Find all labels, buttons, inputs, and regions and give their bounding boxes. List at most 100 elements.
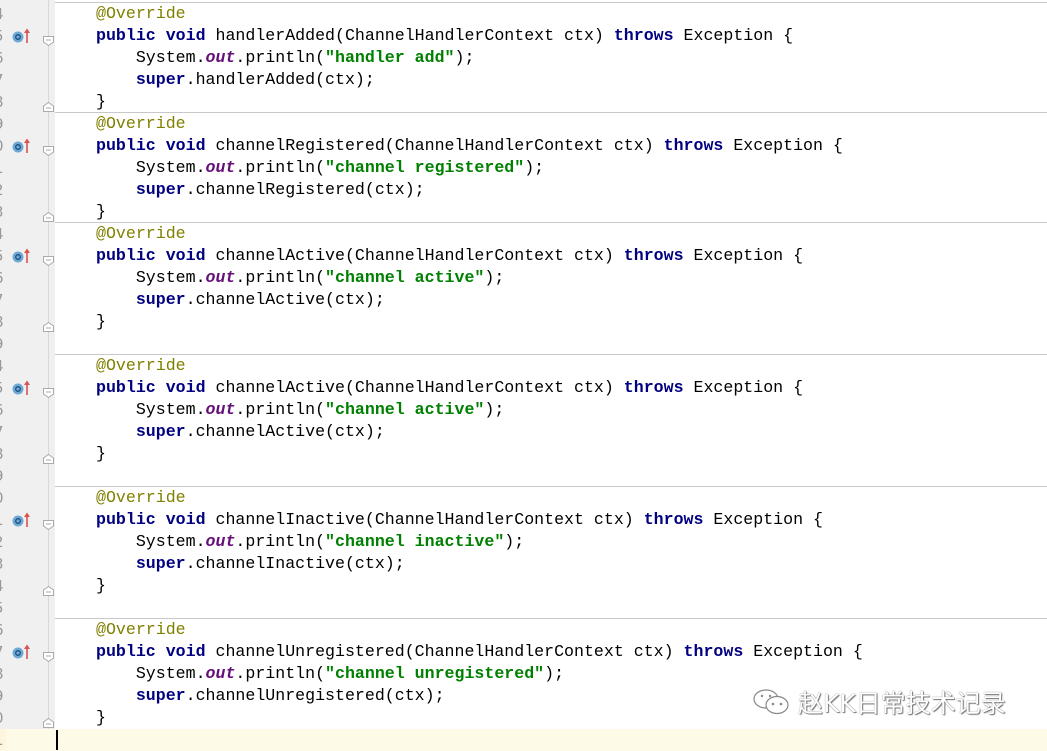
fold-marker-icon[interactable] <box>43 317 54 332</box>
code-text: System.out.println("channel unregistered… <box>96 663 564 685</box>
string-token: "handler add" <box>325 48 455 67</box>
override-method-icon[interactable] <box>12 644 34 660</box>
code-line[interactable]: 7 super.handlerAdded(ctx); <box>0 69 1047 91</box>
override-method-icon[interactable] <box>12 28 34 44</box>
code-text: public void handlerAdded(ChannelHandlerC… <box>96 25 793 47</box>
code-line[interactable]: 2 System.out.println("channel inactive")… <box>0 531 1047 553</box>
override-method-icon[interactable] <box>12 248 34 264</box>
code-editor[interactable]: 4 @Override 5 public void handlerAdded(Chan… <box>0 2 1047 751</box>
code-text: super.channelInactive(ctx); <box>96 553 405 575</box>
code-line[interactable]: 3 super.channelInactive(ctx); <box>0 553 1047 575</box>
code-line[interactable]: 4} <box>0 575 1047 597</box>
annotation-token: @Override <box>96 620 186 639</box>
line-number: 0 <box>0 135 6 157</box>
keyword-token: throws <box>623 378 694 397</box>
code-line[interactable]: 7 public void channelUnregistered(Channel… <box>0 641 1047 663</box>
code-text: super.channelActive(ctx); <box>96 289 385 311</box>
fold-marker-icon[interactable] <box>43 251 54 267</box>
code-line[interactable]: 7 super.channelActive(ctx); <box>0 289 1047 311</box>
annotation-token: @Override <box>96 4 186 23</box>
code-line[interactable]: 4 @Override <box>0 354 1047 377</box>
fold-marker-icon[interactable] <box>43 581 54 596</box>
fold-marker-icon[interactable] <box>43 713 54 728</box>
fold-marker-icon[interactable] <box>43 647 54 663</box>
override-method-icon[interactable] <box>12 380 34 396</box>
annotation-token: @Override <box>96 114 186 133</box>
code-line[interactable]: 8} <box>0 91 1047 113</box>
code-token: ); <box>454 48 475 67</box>
code-text: } <box>96 707 106 729</box>
code-token: Exception { <box>713 510 823 529</box>
keyword-token: super <box>96 180 186 199</box>
code-line[interactable]: 6 System.out.println("channel active"); <box>0 399 1047 421</box>
fold-marker-icon[interactable] <box>43 207 54 222</box>
code-line[interactable]: 5 public void handlerAdded(ChannelHandler… <box>0 25 1047 47</box>
code-line[interactable]: 9 @Override <box>0 112 1047 135</box>
code-token: } <box>96 708 106 727</box>
fold-marker-icon[interactable] <box>43 449 54 464</box>
code-line[interactable]: 8} <box>0 311 1047 333</box>
wechat-icon <box>753 689 789 715</box>
code-token: channelRegistered(ChannelHandlerContext … <box>215 136 664 155</box>
field-token: out <box>205 532 236 551</box>
code-text: } <box>96 91 106 113</box>
code-token: } <box>96 92 106 111</box>
code-line[interactable]: 4 @Override <box>0 2 1047 25</box>
code-line[interactable]: 6 System.out.println("channel active"); <box>0 267 1047 289</box>
code-line[interactable]: 1 System.out.println("channel registered… <box>0 157 1047 179</box>
override-method-icon[interactable] <box>12 138 34 154</box>
keyword-token: throws <box>623 246 694 265</box>
code-token: } <box>96 312 106 331</box>
fold-marker-icon[interactable] <box>43 515 54 531</box>
code-text: public void channelRegistered(ChannelHan… <box>96 135 843 157</box>
code-text: @Override <box>96 487 186 509</box>
code-line[interactable]: 1 public void channelInactive(ChannelHand… <box>0 509 1047 531</box>
line-number: 9 <box>0 113 6 135</box>
override-method-icon[interactable] <box>12 512 34 528</box>
code-text: } <box>96 201 106 223</box>
code-line[interactable]: 5 <box>0 597 1047 619</box>
fold-marker-icon[interactable] <box>43 141 54 157</box>
code-line[interactable]: 5 public void channelActive(ChannelHandle… <box>0 245 1047 267</box>
code-line[interactable]: 8 System.out.println("channel unregister… <box>0 663 1047 685</box>
code-line[interactable]: 9 <box>0 333 1047 355</box>
line-number: 8 <box>0 443 6 465</box>
field-token: out <box>205 158 236 177</box>
code-token: System. <box>96 158 206 177</box>
code-line[interactable]: 0 public void channelRegistered(ChannelHa… <box>0 135 1047 157</box>
string-token: "channel active" <box>325 400 485 419</box>
code-line[interactable]: 5 public void channelActive(ChannelHandle… <box>0 377 1047 399</box>
code-token: Exception { <box>733 136 843 155</box>
code-token: .println( <box>235 48 326 67</box>
code-line[interactable]: 4 @Override <box>0 222 1047 245</box>
line-number: 4 <box>0 355 6 377</box>
code-line[interactable]: 3} <box>0 201 1047 223</box>
code-line[interactable]: 8} <box>0 443 1047 465</box>
code-line[interactable]: 9 <box>0 465 1047 487</box>
code-line[interactable]: 7 super.channelActive(ctx); <box>0 421 1047 443</box>
code-token: handlerAdded(ChannelHandlerContext ctx) <box>215 26 614 45</box>
keyword-token: throws <box>683 642 754 661</box>
fold-marker-icon[interactable] <box>43 383 54 399</box>
code-line[interactable]: 6 @Override <box>0 618 1047 641</box>
code-text: public void channelActive(ChannelHandler… <box>96 245 803 267</box>
line-number: 4 <box>0 223 6 245</box>
line-number: 4 <box>0 3 6 25</box>
code-text: public void channelActive(ChannelHandler… <box>96 377 803 399</box>
line-number: 8 <box>0 91 6 113</box>
code-line[interactable]: 6 System.out.println("handler add"); <box>0 47 1047 69</box>
fold-marker-icon[interactable] <box>43 31 54 47</box>
code-text: super.channelActive(ctx); <box>96 421 385 443</box>
keyword-token: public void <box>96 642 216 661</box>
code-text: @Override <box>96 223 186 245</box>
code-token: System. <box>96 268 206 287</box>
line-number: 8 <box>0 311 6 333</box>
keyword-token: super <box>96 290 186 309</box>
code-line[interactable]: 2 super.channelRegistered(ctx); <box>0 179 1047 201</box>
code-line[interactable]: 0 @Override <box>0 486 1047 509</box>
code-token: .println( <box>235 532 326 551</box>
fold-marker-icon[interactable] <box>43 97 54 112</box>
code-text: super.channelRegistered(ctx); <box>96 179 425 201</box>
line-number: 5 <box>0 245 6 267</box>
code-token: channelInactive(ChannelHandlerContext ct… <box>215 510 644 529</box>
